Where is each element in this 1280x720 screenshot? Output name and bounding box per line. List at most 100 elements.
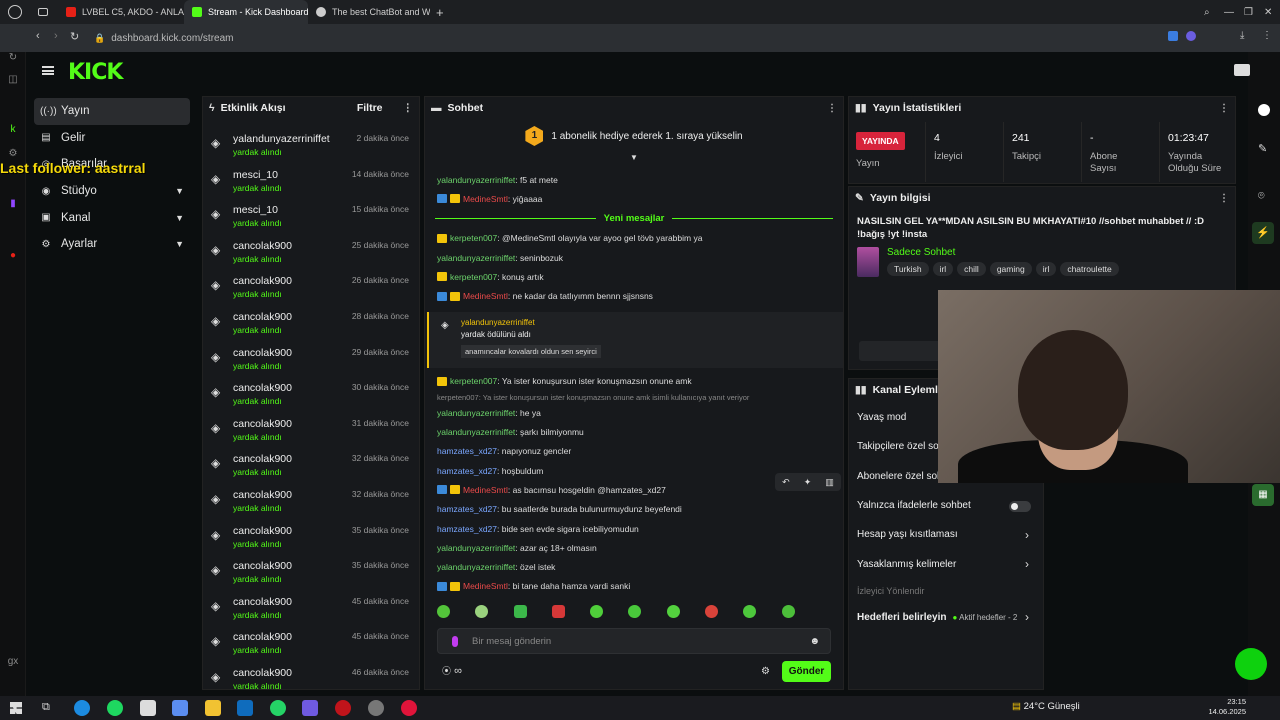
category-link[interactable]: Sadece Sohbet — [887, 247, 1123, 258]
chat-username[interactable]: yalandunyazerriniffet — [437, 427, 515, 437]
green-status-dot[interactable] — [1235, 648, 1267, 680]
chat-settings-icon[interactable]: ⚙ — [761, 666, 770, 677]
more-icon[interactable]: ⋮ — [1262, 30, 1272, 41]
stream-tag[interactable]: gaming — [989, 262, 1032, 276]
more-options-icon[interactable]: ⋮ — [1219, 193, 1229, 204]
event-user[interactable]: yalandunyazerriniffet — [233, 133, 330, 145]
account-age-row[interactable]: Hesap yaşı kısıtlaması › — [849, 520, 1043, 549]
forward-icon[interactable]: › — [54, 30, 58, 42]
activity-event[interactable]: ◈ mesci_10 yardak alındı 14 dakika önce — [203, 163, 419, 199]
event-user[interactable]: cancolak900 — [233, 560, 292, 572]
redirect-row[interactable]: İzleyici Yönlendir — [849, 579, 1043, 603]
emote-icon[interactable] — [551, 605, 565, 618]
opera-gx-icon[interactable] — [401, 700, 417, 716]
chat-username[interactable]: hamzates_xd27 — [437, 504, 497, 514]
emote-icon[interactable] — [666, 605, 680, 618]
nav-item-kanal[interactable]: ▣ Kanal ▼ — [34, 204, 190, 231]
chat-message[interactable]: yalandunyazerriniffet: azar aç 18+ olmas… — [425, 538, 843, 557]
goals-row[interactable]: Hedefleri belirleyin ● Aktif hedefler - … — [849, 603, 1043, 632]
app-icon[interactable] — [140, 700, 156, 716]
file-explorer-icon[interactable] — [205, 700, 221, 716]
emote-icon[interactable] — [513, 605, 527, 618]
event-user[interactable]: cancolak900 — [233, 631, 292, 643]
event-user[interactable]: cancolak900 — [233, 453, 292, 465]
start-icon[interactable] — [10, 702, 22, 714]
gx-icon[interactable]: gx — [7, 656, 19, 668]
youtube-side-icon[interactable]: ● — [7, 250, 19, 262]
chat-username[interactable]: yalandunyazerriniffet — [437, 175, 515, 185]
chat-username[interactable]: MedineSmtl — [463, 291, 508, 301]
event-user[interactable]: cancolak900 — [233, 489, 292, 501]
stream-tag[interactable]: irl — [932, 262, 954, 276]
weather-widget[interactable]: ▤ 24°C Güneşli — [1012, 701, 1080, 712]
activity-event[interactable]: ◈ cancolak900 yardak alındı 28 dakika önce — [203, 305, 419, 341]
event-user[interactable]: cancolak900 — [233, 311, 292, 323]
clip-icon[interactable]: ▦ — [1252, 484, 1274, 506]
activity-event[interactable]: ◈ cancolak900 yardak alındı 30 dakika önce — [203, 376, 419, 412]
emote-icon[interactable] — [590, 605, 604, 618]
activity-event[interactable]: ◈ cancolak900 yardak alındı 35 dakika önce — [203, 554, 419, 590]
event-user[interactable]: cancolak900 — [233, 667, 292, 679]
camera-icon[interactable]: ⌾ — [1258, 190, 1265, 203]
more-options-icon[interactable]: ⋮ — [827, 103, 837, 114]
event-user[interactable]: cancolak900 — [233, 240, 292, 252]
search-icon[interactable]: ⌕ — [1204, 7, 1210, 18]
chat-username[interactable]: MedineSmtl — [463, 581, 508, 591]
points-display[interactable]: ⦿ ∞ — [442, 664, 462, 677]
event-user[interactable]: cancolak900 — [233, 596, 292, 608]
avatar[interactable] — [1234, 64, 1250, 76]
chat-username[interactable]: kerpeten007 — [450, 272, 497, 282]
tab-list-icon[interactable] — [38, 8, 48, 16]
settings-icon[interactable]: ⚙ — [7, 148, 19, 160]
chat-message[interactable]: MedineSmtl: bi tane daha hamza vardi san… — [425, 577, 843, 596]
pen-icon[interactable]: ✎ — [1258, 142, 1267, 155]
send-button[interactable]: Gönder — [782, 661, 831, 682]
chat-message[interactable]: kerpeten007: @MedineSmtl olayıyla var ay… — [425, 229, 843, 248]
screenshot-icon[interactable]: ◫ — [7, 74, 19, 86]
emoji-icon[interactable]: ☻ — [809, 636, 820, 647]
tab-chatbot[interactable]: The best ChatBot and W... — [308, 0, 430, 24]
extension-icon[interactable] — [1168, 31, 1178, 41]
whatsapp-icon[interactable] — [270, 700, 286, 716]
chat-message[interactable]: yalandunyazerriniffet: he ya — [425, 403, 843, 422]
chat-message[interactable]: MedineSmtl: ne kadar da tatlıyımm bennn … — [425, 286, 843, 305]
activity-event[interactable]: ◈ cancolak900 yardak alındı 35 dakika önce — [203, 519, 419, 555]
chat-message[interactable]: yalandunyazerriniffet: seninbozuk — [425, 248, 843, 267]
event-user[interactable]: cancolak900 — [233, 525, 292, 537]
chat-username[interactable]: yalandunyazerriniffet — [437, 562, 515, 572]
emote-only-row[interactable]: Yalnızca ifadelerle sohbet — [849, 491, 1043, 520]
info-icon[interactable] — [1258, 104, 1270, 116]
event-user[interactable]: cancolak900 — [233, 275, 292, 287]
chat-username[interactable]: yalandunyazerriniffet — [437, 408, 515, 418]
extension-icon[interactable] — [1186, 31, 1196, 41]
expand-icon[interactable]: ▼ — [425, 153, 843, 165]
opera-icon[interactable] — [335, 700, 351, 716]
activity-event[interactable]: ◈ cancolak900 yardak alındı 45 dakika önce — [203, 590, 419, 626]
delete-icon[interactable]: ▥ — [825, 477, 834, 488]
activity-event[interactable]: ◈ cancolak900 yardak alındı 31 dakika önce — [203, 412, 419, 448]
spotify-icon[interactable] — [107, 700, 123, 716]
restore-icon[interactable]: ❐ — [1244, 7, 1253, 18]
category-thumbnail[interactable] — [857, 247, 879, 277]
browser-menu-icon[interactable] — [8, 5, 22, 19]
banned-words-row[interactable]: Yasaklanmış kelimeler › — [849, 549, 1043, 578]
gear-icon[interactable] — [368, 700, 384, 716]
chat-message[interactable]: hamzates_xd27: napıyonuz gencler — [425, 442, 843, 461]
activity-event[interactable]: ◈ cancolak900 yardak alındı 32 dakika önce — [203, 447, 419, 483]
activity-event[interactable]: ◈ mesci_10 yardak alındı 15 dakika önce — [203, 198, 419, 234]
more-options-icon[interactable]: ⋮ — [1219, 103, 1229, 114]
stream-tag[interactable]: chill — [957, 262, 986, 276]
back-icon[interactable]: ‹ — [36, 30, 40, 42]
chat-message[interactable]: hamzates_xd27: bide sen evde sigara iceb… — [425, 519, 843, 538]
stream-tag[interactable]: Turkish — [887, 262, 929, 276]
event-user[interactable]: mesci_10 — [233, 169, 282, 181]
event-user[interactable]: cancolak900 — [233, 382, 292, 394]
chat-message[interactable]: hamzates_xd27: bu saatlerde burada bulun… — [425, 500, 843, 519]
minimize-icon[interactable]: — — [1224, 7, 1234, 18]
chat-username[interactable]: hamzates_xd27 — [437, 446, 497, 456]
emote-icon[interactable] — [743, 605, 757, 618]
stream-tag[interactable]: irl — [1035, 262, 1057, 276]
outlook-icon[interactable] — [237, 700, 253, 716]
activity-event[interactable]: ◈ cancolak900 yardak alındı 26 dakika önce — [203, 269, 419, 305]
chat-input[interactable]: Bir mesaj gönderin ☻ — [437, 628, 831, 654]
